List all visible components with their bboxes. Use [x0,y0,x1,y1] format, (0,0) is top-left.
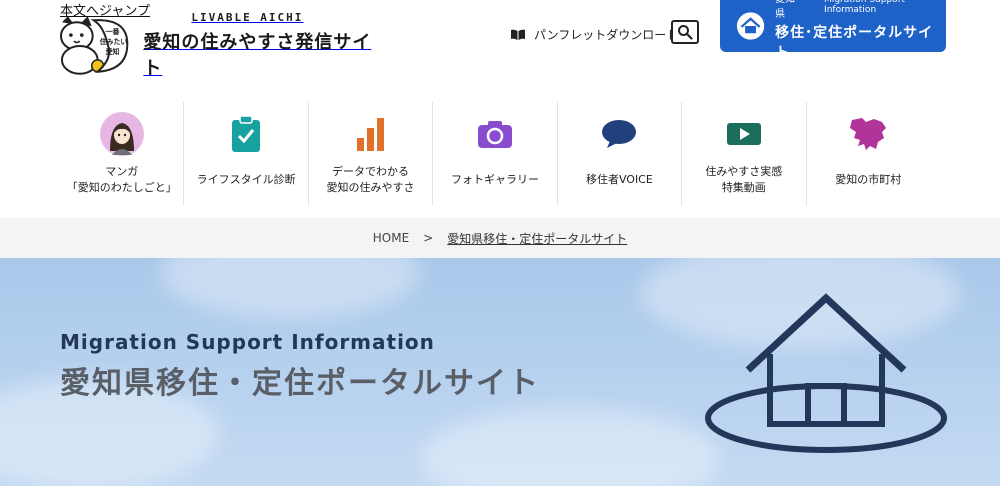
book-icon [511,29,525,40]
nav-label-line: ライフスタイル診断 [196,173,296,186]
nav-label-line: 特集動画 [721,181,766,194]
clipboard-check-icon [232,115,261,152]
nav-label-line: 移住者VOICE [585,173,653,186]
manga-avatar-icon [99,112,144,156]
nav-item-photo-gallery[interactable]: フォトギャラリー [433,102,558,206]
nav-label-line: マンガ [105,165,139,178]
nav-label-line: 愛知の住みやすさ [326,181,415,194]
hero-banner: Migration Support Information 愛知県移住・定住ポー… [0,258,1000,486]
house-icon [736,12,765,40]
nav-label-line: データでわかる [332,165,410,178]
breadcrumb-current[interactable]: 愛知県移住・定住ポータルサイト [447,230,627,247]
nav-item-feature-videos[interactable]: 住みやすさ実感 特集動画 [682,102,807,206]
site-logo[interactable]: 一番 住みたい 愛知 LIVABLE AICHI 愛知の住みやすさ発信サイト [58,11,388,79]
hero-title: 愛知県移住・定住ポータルサイト [60,366,540,401]
bar-chart-icon [356,118,384,151]
main-navigation: マンガ 「愛知のわたしごと」 ライフスタイル診断 データでわかる 愛知の住みやす… [60,102,930,206]
hero-subtitle: Migration Support Information [60,330,435,354]
camera-icon [477,121,512,148]
nav-item-migrant-voice[interactable]: 移住者VOICE [558,102,683,206]
nav-item-data-livability[interactable]: データでわかる 愛知の住みやすさ [309,102,434,206]
nav-item-manga[interactable]: マンガ 「愛知のわたしごと」 [60,102,185,206]
migration-portal-button[interactable]: 愛知県 Migration Support Information 移住･定住ポ… [720,0,946,61]
aichi-map-icon [850,118,887,150]
maneki-neko-mascot-icon: 一番 住みたい 愛知 [59,16,129,75]
mascot-text-line-3: 愛知 [106,47,120,56]
nav-label-line: フォトギャラリー [450,173,539,186]
breadcrumb: HOME > 愛知県移住・定住ポータルサイト [0,218,1000,258]
mascot-text-line-1: 一番 [106,27,120,36]
portal-button-text: 愛知県 Migration Support Information 移住･定住ポ… [775,0,946,62]
nav-item-municipalities[interactable]: 愛知の市町村 [807,102,930,206]
pamphlet-label: パンフレットダウンロード [534,28,679,42]
logo-text: LIVABLE AICHI 愛知の住みやすさ発信サイト [143,11,388,80]
video-play-icon [726,123,761,145]
cloud-decoration [160,258,420,318]
search-icon [678,25,693,40]
logo-english: LIVABLE AICHI [191,10,304,24]
breadcrumb-separator: > [423,231,434,245]
speech-bubble-icon [602,120,637,148]
nav-label-line: 「愛知のわたしごと」 [66,181,177,194]
pamphlet-download-link[interactable]: パンフレットダウンロード [510,26,678,43]
cloud-decoration [420,408,720,486]
portal-english: Migration Support Information [824,0,905,15]
breadcrumb-home-link[interactable]: HOME [373,231,409,245]
logo-japanese: 愛知の住みやすさ発信サイト [143,31,372,79]
nav-item-lifestyle-diagnosis[interactable]: ライフスタイル診断 [184,102,309,206]
portal-title: 移住･定住ポータルサイト [775,25,934,61]
search-button[interactable] [671,20,699,44]
portal-pref: 愛知県 [775,0,795,20]
house-illustration-icon [705,293,947,453]
nav-label-line: 愛知の市町村 [835,173,902,186]
nav-label-line: 住みやすさ実感 [705,165,783,178]
mascot-text-line-2: 住みたい [100,37,128,46]
